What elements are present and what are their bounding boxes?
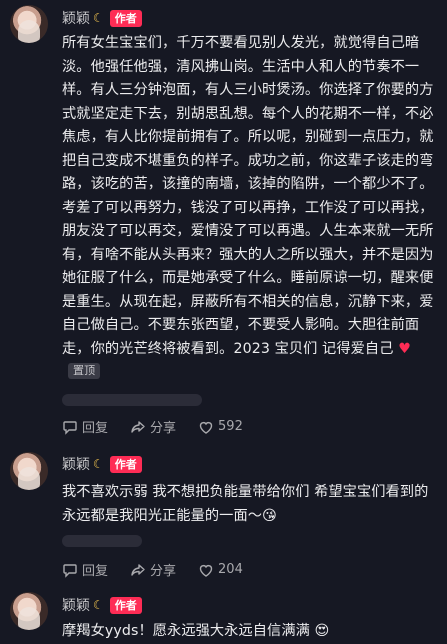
kiss-emoji: 😘 xyxy=(262,507,277,524)
reply-label: 回复 xyxy=(82,421,109,436)
like-button[interactable]: 592 xyxy=(198,419,243,435)
author-badge: 作者 xyxy=(109,596,142,614)
avatar[interactable] xyxy=(10,5,48,43)
author-badge: 作者 xyxy=(109,9,142,27)
like-count: 592 xyxy=(218,419,243,434)
comment-header: 颖颖 ☾ 作者 xyxy=(62,454,142,474)
like-button[interactable]: 204 xyxy=(198,562,243,578)
share-label: 分享 xyxy=(150,421,177,436)
comment-actions: 回复 分享 204 xyxy=(62,560,265,579)
heart-outline-icon xyxy=(199,421,213,434)
reply-label: 回复 xyxy=(82,564,109,579)
reply-button[interactable]: 回复 xyxy=(62,417,108,436)
chat-bubble-icon xyxy=(63,563,77,578)
avatar[interactable] xyxy=(10,592,48,630)
chat-bubble-icon xyxy=(63,420,77,435)
username[interactable]: 颖颖 xyxy=(62,595,90,615)
comment-actions: 回复 分享 592 xyxy=(62,417,265,436)
comment-header: 颖颖 ☾ 作者 xyxy=(62,595,142,615)
crescent-moon-icon: ☾ xyxy=(93,598,104,612)
like-count: 204 xyxy=(218,562,243,577)
heart-outline-icon xyxy=(199,564,213,577)
avatar[interactable] xyxy=(10,452,48,490)
crescent-moon-icon: ☾ xyxy=(93,457,104,471)
blurred-timestamp xyxy=(62,394,202,406)
crescent-moon-icon: ☾ xyxy=(93,11,104,25)
share-button[interactable]: 分享 xyxy=(130,417,176,436)
share-arrow-icon xyxy=(131,420,145,433)
username[interactable]: 颖颖 xyxy=(62,454,90,474)
reply-button[interactable]: 回复 xyxy=(62,560,108,579)
share-arrow-icon xyxy=(131,563,145,576)
comment-text[interactable]: 我不喜欢示弱 我不想把负能量带给你们 希望宝宝们看到的永远都是我阳光正能量的一面… xyxy=(62,481,434,528)
heart-eyes-emoji: 😍 xyxy=(314,623,330,639)
share-button[interactable]: 分享 xyxy=(130,560,176,579)
comment-header: 颖颖 ☾ 作者 xyxy=(62,8,142,28)
comment-text[interactable]: 所有女生宝宝们，千万不要看见别人发光，就觉得自己暗淡。他强任他强，清风拂山岗。生… xyxy=(62,32,434,385)
heart-icon: ♥ xyxy=(398,340,411,357)
blurred-timestamp xyxy=(62,535,142,547)
username[interactable]: 颖颖 xyxy=(62,8,90,28)
share-label: 分享 xyxy=(150,564,177,579)
pinned-badge: 置顶 xyxy=(68,363,101,379)
author-badge: 作者 xyxy=(109,455,142,473)
